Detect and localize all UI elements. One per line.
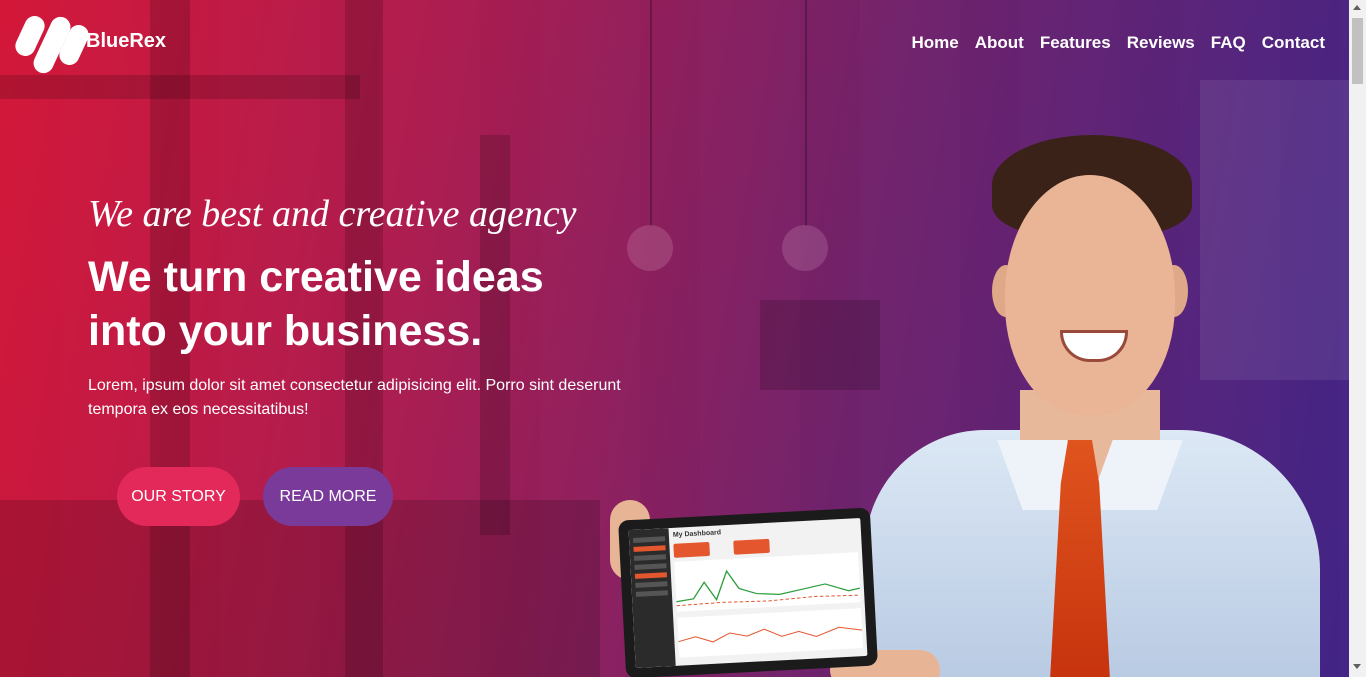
our-story-button[interactable]: OUR STORY [117,467,240,526]
hero-tagline: We are best and creative agency [88,193,577,235]
nav-reviews[interactable]: Reviews [1127,33,1195,53]
person-head [1005,175,1175,415]
headline-line-2: into your business. [88,307,483,355]
brand-logo[interactable]: BlueRex [12,12,167,77]
background-desk [0,500,600,677]
nav-home[interactable]: Home [912,33,959,53]
brand-name: BlueRex [86,29,167,52]
scroll-up-icon[interactable] [1353,5,1361,10]
tablet-screen-title: My Dashboard [672,529,722,539]
main-nav: Home About Features Reviews FAQ Contact [912,33,1325,53]
dashboard-badge [673,541,711,558]
logo-icon [12,12,92,77]
nav-features[interactable]: Features [1040,33,1111,53]
nav-faq[interactable]: FAQ [1211,33,1246,53]
hero-headline: We turn creative ideas into your busines… [88,250,688,358]
hero-section: BlueRex Home About Features Reviews FAQ … [0,0,1349,677]
nav-contact[interactable]: Contact [1262,33,1325,53]
scroll-thumb[interactable] [1352,18,1363,84]
dashboard-line-chart [674,552,861,612]
tablet-dashboard: My Dashboard [668,518,867,666]
tablet-device: My Dashboard [618,507,878,677]
background-beam [0,75,360,99]
tablet-screen: My Dashboard [628,518,868,668]
dashboard-area-chart [677,608,864,658]
read-more-button[interactable]: READ MORE [263,467,393,526]
dashboard-badge [733,538,770,555]
vertical-scrollbar[interactable] [1349,0,1366,677]
hero-subtext: Lorem, ipsum dolor sit amet consectetur … [88,377,621,418]
nav-about[interactable]: About [975,33,1024,53]
scroll-down-icon[interactable] [1353,664,1361,669]
headline-line-1: We turn creative ideas [88,253,544,301]
